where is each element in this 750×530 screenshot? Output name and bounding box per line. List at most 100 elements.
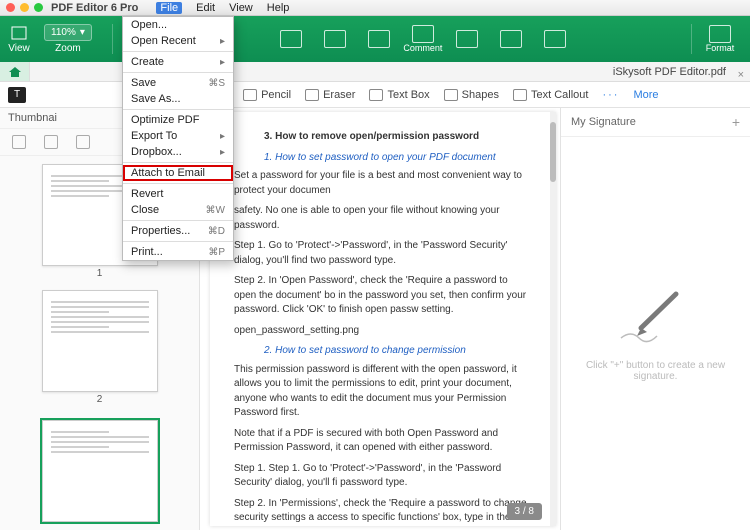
- menu-separator: [123, 183, 233, 184]
- chevron-right-icon: ▸: [220, 131, 225, 142]
- document-viewport[interactable]: 3. How to remove open/permission passwor…: [200, 108, 560, 530]
- tool-icon: [456, 30, 478, 48]
- maximize-window-button[interactable]: [34, 3, 43, 12]
- eraser-label: Eraser: [323, 89, 355, 101]
- doc-text: Step 1. Go to 'Protect'->'Password', in …: [234, 239, 532, 268]
- chevron-down-icon: ▾: [80, 27, 85, 38]
- thumbnail-page-2[interactable]: 2: [42, 290, 158, 392]
- callout-label: Text Callout: [531, 89, 588, 101]
- menu-separator: [123, 72, 233, 73]
- doc-heading-link[interactable]: 1. How to set password to open your PDF …: [264, 151, 532, 166]
- signature-panel: My Signature + Click "+" button to creat…: [560, 108, 750, 530]
- shapes-button[interactable]: Shapes: [444, 89, 499, 101]
- shortcut: ⌘W: [206, 205, 225, 216]
- toolbar-format[interactable]: Format: [698, 25, 742, 53]
- toolbar-item[interactable]: [269, 30, 313, 48]
- doc-text: Step 1. Step 1. Go to 'Protect'->'Passwo…: [234, 462, 532, 491]
- toolbar-item[interactable]: [533, 30, 577, 48]
- text-tool-button[interactable]: T: [8, 87, 26, 103]
- chevron-right-icon: ▸: [220, 36, 225, 47]
- doc-text: Note that if a PDF is secured with both …: [234, 427, 532, 456]
- callout-button[interactable]: Text Callout: [513, 89, 588, 101]
- file-menu-print[interactable]: Print...⌘P: [123, 244, 233, 260]
- close-tab-icon[interactable]: ×: [738, 69, 744, 81]
- file-menu-export-label: Export To: [131, 130, 177, 142]
- format-icon: [709, 25, 731, 43]
- file-menu-dropbox-label: Dropbox...: [131, 146, 182, 158]
- file-menu-optimize-label: Optimize PDF: [131, 114, 199, 126]
- doc-heading-link[interactable]: 2. How to set password to change permiss…: [264, 344, 532, 359]
- doc-text: Step 2. In 'Permissions', check the 'Req…: [234, 497, 532, 527]
- doc-text: Set a password for your file is a best a…: [234, 169, 532, 198]
- window-controls: [6, 3, 43, 12]
- pencil-button[interactable]: Pencil: [243, 89, 291, 101]
- file-menu-save-label: Save: [131, 77, 156, 89]
- close-window-button[interactable]: [6, 3, 15, 12]
- zoom-label: Zoom: [55, 43, 81, 54]
- chevron-right-icon: ▸: [220, 57, 225, 68]
- thumbnail-number: 1: [97, 268, 103, 279]
- home-tab[interactable]: [0, 62, 30, 81]
- file-menu-open[interactable]: Open...: [123, 17, 233, 33]
- file-menu-revert[interactable]: Revert: [123, 186, 233, 202]
- menu-help[interactable]: Help: [267, 2, 290, 14]
- document-tabbar: iSkysoft PDF Editor.pdf ×: [0, 62, 750, 82]
- thumbnail-option-icon[interactable]: [12, 135, 26, 149]
- shortcut: ⌘S: [208, 78, 225, 89]
- menu-file[interactable]: File: [156, 2, 182, 14]
- file-menu-print-label: Print...: [131, 246, 163, 258]
- file-menu-attach-label: Attach to Email: [131, 167, 205, 179]
- file-menu-create-label: Create: [131, 56, 164, 68]
- more-button[interactable]: More: [633, 89, 658, 101]
- zoom-control[interactable]: 110% ▾ Zoom: [44, 24, 92, 54]
- file-menu-close[interactable]: Close⌘W: [123, 202, 233, 218]
- tool-icon: [500, 30, 522, 48]
- file-menu-properties[interactable]: Properties...⌘D: [123, 223, 233, 239]
- textbox-icon: [369, 89, 383, 101]
- toolbar-item[interactable]: [313, 30, 357, 48]
- eraser-button[interactable]: Eraser: [305, 89, 355, 101]
- document-tab[interactable]: iSkysoft PDF Editor.pdf ×: [603, 66, 750, 78]
- textbox-button[interactable]: Text Box: [369, 89, 429, 101]
- file-menu-dropbox[interactable]: Dropbox...▸: [123, 144, 233, 160]
- doc-text: safety. No one is able to open your file…: [234, 204, 532, 233]
- file-menu-open-recent[interactable]: Open Recent▸: [123, 33, 233, 49]
- file-menu-optimize[interactable]: Optimize PDF: [123, 112, 233, 128]
- file-menu-save[interactable]: Save ⌘S: [123, 75, 233, 91]
- attachment-option-icon[interactable]: [76, 135, 90, 149]
- signature-header-label: My Signature: [571, 116, 636, 128]
- bookmark-option-icon[interactable]: [44, 135, 58, 149]
- thumbnail-number: 2: [97, 394, 103, 405]
- shortcut: ⌘D: [208, 226, 225, 237]
- document-tab-title: iSkysoft PDF Editor.pdf: [613, 66, 726, 78]
- toolbar-item[interactable]: [357, 30, 401, 48]
- callout-icon: [513, 89, 527, 101]
- doc-text: Step 2. In 'Open Password', check the 'R…: [234, 274, 532, 318]
- file-menu-attach-email[interactable]: Attach to Email: [123, 165, 233, 181]
- textbox-label: Text Box: [387, 89, 429, 101]
- menu-view[interactable]: View: [229, 2, 253, 14]
- scrollbar-thumb[interactable]: [550, 122, 556, 182]
- file-menu-save-as[interactable]: Save As...: [123, 91, 233, 107]
- menu-edit[interactable]: Edit: [196, 2, 215, 14]
- tool-icon: [368, 30, 390, 48]
- file-menu-open-label: Open...: [131, 19, 167, 31]
- toolbar-item[interactable]: [445, 30, 489, 48]
- thumbnail-page-3[interactable]: [42, 420, 158, 522]
- menu-separator: [123, 109, 233, 110]
- file-menu-revert-label: Revert: [131, 188, 163, 200]
- view-mode-button[interactable]: View: [8, 25, 30, 54]
- file-menu-create[interactable]: Create ▸: [123, 54, 233, 70]
- more-dots-icon: ···: [602, 89, 619, 101]
- add-signature-button[interactable]: +: [732, 114, 740, 130]
- file-menu-export[interactable]: Export To ▸: [123, 128, 233, 144]
- page-indicator: 3 / 8: [507, 503, 542, 520]
- scrollbar[interactable]: [550, 112, 556, 526]
- toolbar-separator: [691, 24, 692, 54]
- toolbar-item[interactable]: [489, 30, 533, 48]
- tool-icon: [280, 30, 302, 48]
- toolbar-comment[interactable]: Comment: [401, 25, 445, 53]
- shapes-icon: [444, 89, 458, 101]
- page-icon: [8, 25, 30, 41]
- minimize-window-button[interactable]: [20, 3, 29, 12]
